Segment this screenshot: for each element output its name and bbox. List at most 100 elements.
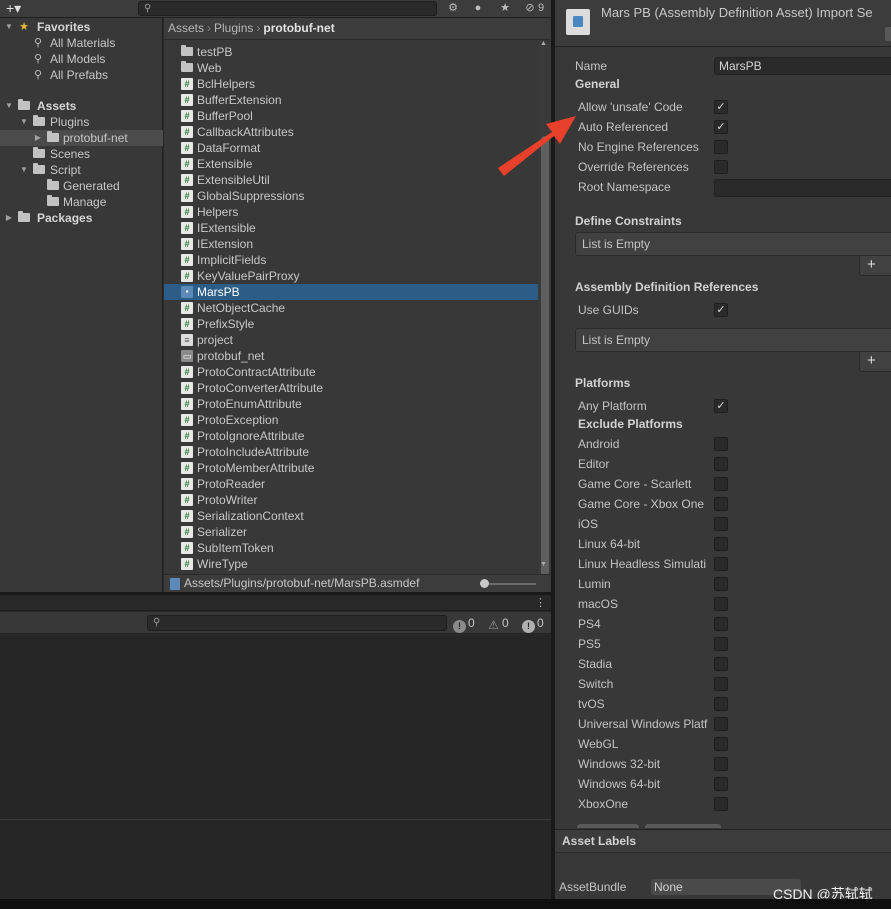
breadcrumb-current[interactable]: protobuf-net [263,21,334,35]
tree-item-scenes[interactable]: Scenes [0,146,163,162]
icon-size-slider-knob[interactable] [480,579,489,588]
file-row-prefixstyle[interactable]: # PrefixStyle [164,316,538,332]
asset-labels-header[interactable]: Asset Labels [555,829,891,853]
collapse-arrow-icon[interactable]: ▶ [4,210,14,226]
filter-by-label-icon[interactable]: ● [469,1,487,16]
platform-exclude-checkbox[interactable] [714,557,728,571]
file-row-serializer[interactable]: # Serializer [164,524,538,540]
file-row-dataformat[interactable]: # DataFormat [164,140,538,156]
name-field[interactable]: MarsPB [714,57,891,75]
file-row-web[interactable]: Web [164,60,538,76]
root-namespace-field[interactable] [714,179,891,197]
define-constraints-add-button[interactable]: + [859,256,891,276]
file-row-protocontractattribute[interactable]: # ProtoContractAttribute [164,364,538,380]
file-row-extensible[interactable]: # Extensible [164,156,538,172]
file-row-protoexception[interactable]: # ProtoException [164,412,538,428]
file-row-protomemberattribute[interactable]: # ProtoMemberAttribute [164,460,538,476]
platform-exclude-checkbox[interactable] [714,597,728,611]
hidden-packages-icon[interactable]: ⊘ [521,1,539,16]
file-row-protoincludeattribute[interactable]: # ProtoIncludeAttribute [164,444,538,460]
file-row-callbackattributes[interactable]: # CallbackAttributes [164,124,538,140]
expand-arrow-icon[interactable]: ▼ [4,98,14,114]
auto-referenced-checkbox[interactable]: ✓ [714,120,728,134]
platform-exclude-checkbox[interactable] [714,677,728,691]
use-guids-checkbox[interactable]: ✓ [714,303,728,317]
platform-exclude-checkbox[interactable] [714,717,728,731]
tree-item-manage[interactable]: Manage [0,194,163,210]
deselect-all-button[interactable] [577,824,639,828]
platform-exclude-checkbox[interactable] [714,477,728,491]
expand-arrow-icon[interactable]: ▼ [19,114,29,130]
tree-item-assets[interactable]: ▼ Assets [0,98,163,114]
file-row-serializationcontext[interactable]: # SerializationContext [164,508,538,524]
file-row-keyvaluepairproxy[interactable]: # KeyValuePairProxy [164,268,538,284]
console-log-area[interactable] [0,635,551,909]
file-row-extensibleutil[interactable]: # ExtensibleUtil [164,172,538,188]
any-platform-checkbox[interactable]: ✓ [714,399,728,413]
open-button[interactable] [885,27,891,41]
platform-exclude-checkbox[interactable] [714,637,728,651]
platform-exclude-checkbox[interactable] [714,697,728,711]
file-row-globalsuppressions[interactable]: # GlobalSuppressions [164,188,538,204]
file-row-wiretype[interactable]: # WireType [164,556,538,572]
assembly-references-list[interactable]: List is Empty [575,328,891,352]
file-row-protoignoreattribute[interactable]: # ProtoIgnoreAttribute [164,428,538,444]
breadcrumb-assets[interactable]: Assets [168,21,204,35]
file-row-protowriter[interactable]: # ProtoWriter [164,492,538,508]
breadcrumb-plugins[interactable]: Plugins [214,21,253,35]
file-row-testpb[interactable]: testPB [164,44,538,60]
platform-exclude-checkbox[interactable] [714,437,728,451]
override-references-checkbox[interactable] [714,160,728,174]
scroll-down-icon[interactable]: ▼ [540,561,547,568]
file-row-protoenumattribute[interactable]: # ProtoEnumAttribute [164,396,538,412]
file-row-bufferextension[interactable]: # BufferExtension [164,92,538,108]
platform-exclude-checkbox[interactable] [714,517,728,531]
create-add-button[interactable]: +▾ [6,0,34,17]
file-row-iextensible[interactable]: # IExtensible [164,220,538,236]
warning-toggle-button[interactable]: ⚠ 0 [487,615,509,632]
collapse-arrow-icon[interactable]: ▶ [33,130,43,146]
tree-item-all-models[interactable]: ⚲ All Models [0,51,163,67]
tree-item-all-materials[interactable]: ⚲ All Materials [0,35,163,51]
tree-item-protobuf-net[interactable]: ▶ protobuf-net [0,130,163,146]
platform-exclude-checkbox[interactable] [714,537,728,551]
info-toggle-button[interactable]: ! 0 [453,615,475,633]
expand-arrow-icon[interactable]: ▼ [4,19,14,35]
platform-exclude-checkbox[interactable] [714,797,728,811]
scroll-up-icon[interactable]: ▲ [540,40,547,47]
tree-item-plugins[interactable]: ▼ Plugins [0,114,163,130]
scrollbar-thumb[interactable] [541,136,549,578]
file-row-marspb[interactable]: ▪ MarsPB [164,284,538,300]
file-row-iextension[interactable]: # IExtension [164,236,538,252]
platform-exclude-checkbox[interactable] [714,457,728,471]
file-row-subitemtoken[interactable]: # SubItemToken [164,540,538,556]
error-toggle-button[interactable]: ! 0 [522,615,544,633]
platform-exclude-checkbox[interactable] [714,497,728,511]
define-constraints-list[interactable]: List is Empty [575,232,891,256]
file-row-bufferpool[interactable]: # BufferPool [164,108,538,124]
filter-by-type-icon[interactable]: ⚙ [444,1,462,16]
tree-item-generated[interactable]: Generated [0,178,163,194]
file-row-protoconverterattribute[interactable]: # ProtoConverterAttribute [164,380,538,396]
favorite-star-icon[interactable]: ★ [496,1,514,16]
more-options-icon[interactable]: ⋮ [535,596,546,609]
no-engine-references-checkbox[interactable] [714,140,728,154]
tree-item-all-prefabs[interactable]: ⚲ All Prefabs [0,67,163,83]
console-splitter[interactable] [0,819,551,820]
project-search-input[interactable]: ⚲ [138,1,437,16]
file-row-bclhelpers[interactable]: # BclHelpers [164,76,538,92]
tree-item-packages[interactable]: ▶ Packages [0,210,163,226]
file-row-netobjectcache[interactable]: # NetObjectCache [164,300,538,316]
assembly-references-add-button[interactable]: + [859,352,891,372]
platform-exclude-checkbox[interactable] [714,757,728,771]
tree-item-favorites[interactable]: ▼ ★ Favorites [0,19,163,35]
tree-item-script[interactable]: ▼ Script [0,162,163,178]
file-row-helpers[interactable]: # Helpers [164,204,538,220]
select-all-button[interactable] [645,824,721,828]
platform-exclude-checkbox[interactable] [714,577,728,591]
platform-exclude-checkbox[interactable] [714,777,728,791]
platform-exclude-checkbox[interactable] [714,657,728,671]
allow-unsafe-checkbox[interactable]: ✓ [714,100,728,114]
file-row-implicitfields[interactable]: # ImplicitFields [164,252,538,268]
file-row-protoreader[interactable]: # ProtoReader [164,476,538,492]
